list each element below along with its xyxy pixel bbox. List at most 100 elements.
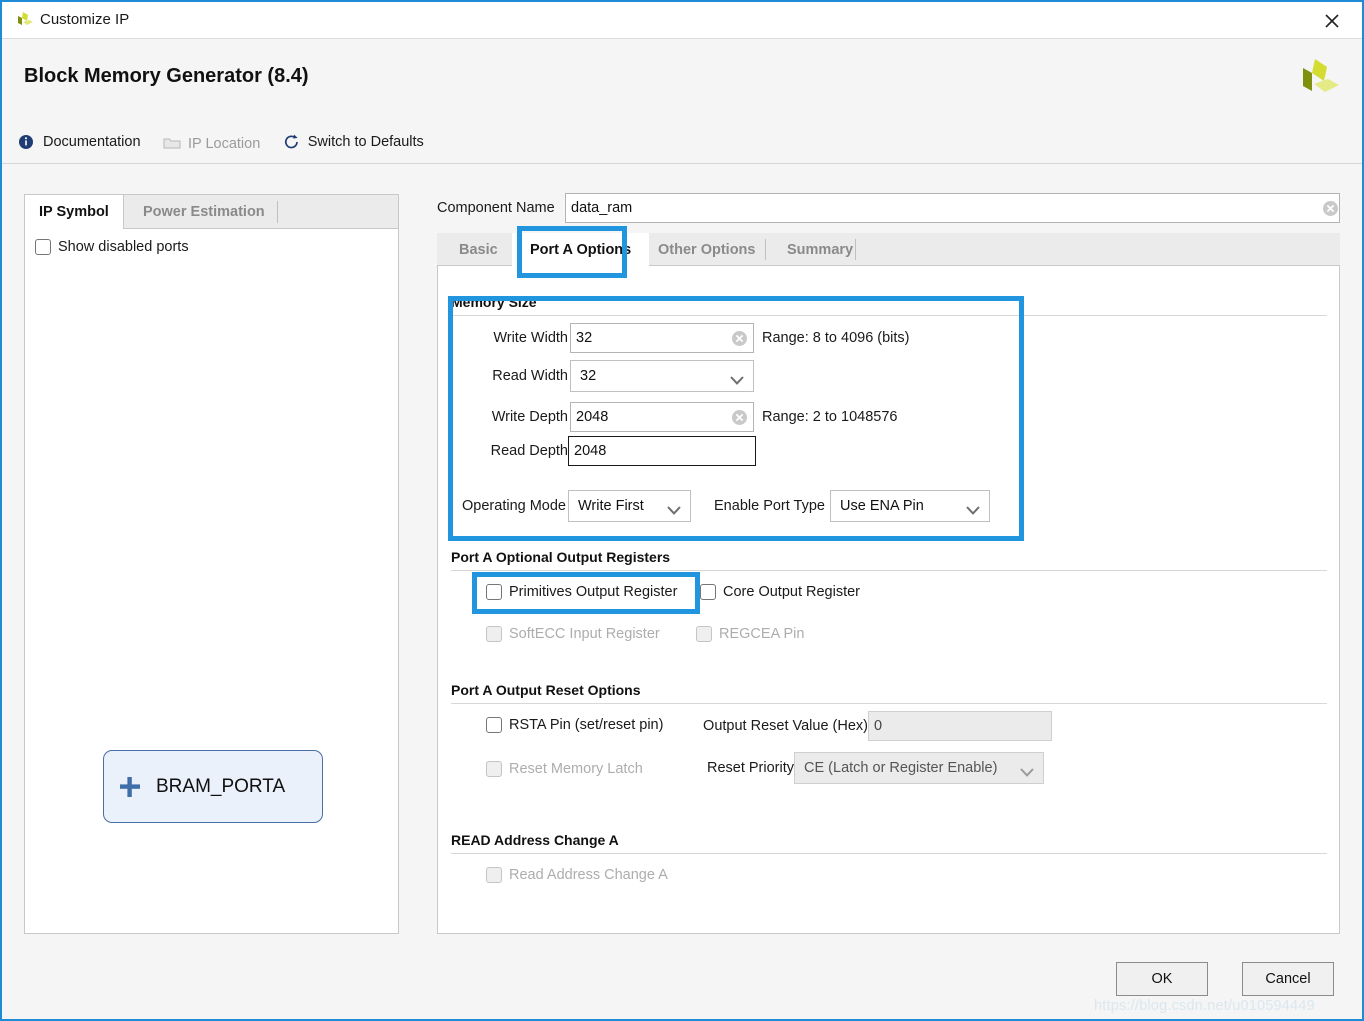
component-name-input[interactable] xyxy=(565,193,1340,223)
clear-field-icon[interactable] xyxy=(731,409,748,426)
checkbox-box xyxy=(35,239,51,255)
softecc-input-register-label: SoftECC Input Register xyxy=(509,626,660,642)
section-divider xyxy=(451,703,1327,704)
page-title: Block Memory Generator (8.4) xyxy=(24,65,309,87)
read-width-value: 32 xyxy=(580,368,597,384)
operating-mode-select[interactable]: Write First xyxy=(568,490,691,522)
read-width-label: Read Width xyxy=(492,368,568,384)
checkbox-box xyxy=(486,584,502,600)
chevron-down-icon xyxy=(730,373,744,389)
info-icon xyxy=(18,134,38,150)
bram-porta-label: BRAM_PORTA xyxy=(156,775,286,797)
plus-icon[interactable] xyxy=(118,775,142,799)
operating-mode-label: Operating Mode xyxy=(462,498,566,514)
reset-priority-value: CE (Latch or Register Enable) xyxy=(804,760,998,776)
output-reset-value-input[interactable] xyxy=(868,711,1052,741)
switch-to-defaults-link-label: Switch to Defaults xyxy=(307,134,424,150)
tab-other-options-label: Other Options xyxy=(658,241,756,258)
tab-ip-symbol[interactable]: IP Symbol xyxy=(25,195,124,229)
tab-port-a-options-label: Port A Options xyxy=(530,241,632,258)
window-title: Customize IP xyxy=(40,11,130,28)
reset-memory-latch-checkbox: Reset Memory Latch xyxy=(486,761,643,777)
ip-header: Block Memory Generator (8.4) Documentati… xyxy=(2,39,1362,164)
write-width-label: Write Width xyxy=(493,330,568,346)
read-address-change-section-title: READ Address Change A xyxy=(451,832,619,848)
documentation-link-label: Documentation xyxy=(43,134,141,150)
ip-location-link-label: IP Location xyxy=(187,136,261,152)
switch-to-defaults-link[interactable]: Switch to Defaults xyxy=(283,134,424,150)
softecc-input-register-checkbox: SoftECC Input Register xyxy=(486,626,660,642)
tab-port-a-options[interactable]: Port A Options xyxy=(512,233,650,266)
header-link-bar: Documentation IP Location Switch to Defa… xyxy=(18,134,442,156)
port-a-options-pane: Memory Size Write Width Range: 8 to 4096… xyxy=(437,266,1340,934)
reset-priority-select[interactable]: CE (Latch or Register Enable) xyxy=(794,752,1044,784)
clear-field-icon[interactable] xyxy=(731,330,748,347)
reset-priority-label: Reset Priority xyxy=(706,760,794,776)
tab-divider xyxy=(277,201,278,223)
customize-ip-window: Customize IP Block Memory Generator (8.4… xyxy=(0,0,1364,1021)
tab-divider xyxy=(765,239,766,260)
chevron-down-icon xyxy=(966,503,980,519)
primitives-output-register-checkbox[interactable]: Primitives Output Register xyxy=(486,584,677,600)
read-depth-input[interactable] xyxy=(568,436,756,466)
bram-porta-symbol[interactable]: BRAM_PORTA xyxy=(103,750,323,823)
primitives-output-register-label: Primitives Output Register xyxy=(509,584,678,600)
show-disabled-ports-label: Show disabled ports xyxy=(58,239,189,255)
regcea-pin-label: REGCEA Pin xyxy=(719,626,805,642)
checkbox-box xyxy=(486,761,502,777)
close-icon[interactable] xyxy=(1310,6,1354,36)
title-bar: Customize IP xyxy=(2,2,1362,39)
enable-port-type-label: Enable Port Type xyxy=(714,498,825,514)
section-divider xyxy=(451,570,1327,571)
tab-basic[interactable]: Basic xyxy=(445,233,512,266)
output-reset-value-label: Output Reset Value (Hex) xyxy=(703,718,868,734)
ok-button[interactable]: OK xyxy=(1116,962,1208,996)
tab-power-estimation[interactable]: Power Estimation xyxy=(129,195,279,229)
checkbox-box xyxy=(486,626,502,642)
show-disabled-ports-checkbox[interactable]: Show disabled ports xyxy=(35,239,189,255)
chevron-down-icon xyxy=(667,503,681,519)
checkbox-box xyxy=(486,867,502,883)
ip-symbol-panel: IP Symbol Power Estimation Show disabled… xyxy=(24,194,399,934)
read-width-select[interactable]: 32 xyxy=(570,360,754,392)
write-depth-range: Range: 2 to 1048576 xyxy=(762,409,898,425)
checkbox-box xyxy=(486,717,502,733)
operating-mode-value: Write First xyxy=(578,498,644,514)
tab-divider xyxy=(855,239,856,260)
component-name-label: Component Name xyxy=(437,200,555,216)
rsta-pin-checkbox[interactable]: RSTA Pin (set/reset pin) xyxy=(486,717,663,733)
memory-size-section-title: Memory Size xyxy=(451,294,537,310)
write-depth-input[interactable] xyxy=(570,402,754,432)
xilinx-brand-logo-icon xyxy=(1294,55,1342,103)
optional-output-registers-section-title: Port A Optional Output Registers xyxy=(451,549,671,565)
folder-icon xyxy=(163,136,183,152)
clear-field-icon[interactable] xyxy=(1322,200,1339,217)
enable-port-type-select[interactable]: Use ENA Pin xyxy=(830,490,990,522)
tab-summary[interactable]: Summary xyxy=(773,233,867,266)
output-reset-options-section-title: Port A Output Reset Options xyxy=(451,682,641,698)
section-divider xyxy=(451,853,1327,854)
rsta-pin-label: RSTA Pin (set/reset pin) xyxy=(509,717,664,733)
documentation-link[interactable]: Documentation xyxy=(18,134,141,150)
ip-location-link[interactable]: IP Location xyxy=(163,136,260,152)
cancel-button[interactable]: Cancel xyxy=(1242,962,1334,996)
write-width-input[interactable] xyxy=(570,323,754,353)
ip-symbol-canvas: BRAM_PORTA xyxy=(25,271,398,933)
core-output-register-checkbox[interactable]: Core Output Register xyxy=(700,584,860,600)
write-depth-label: Write Depth xyxy=(491,409,568,425)
tab-other-options[interactable]: Other Options xyxy=(644,233,769,266)
read-address-change-a-checkbox: Read Address Change A xyxy=(486,867,668,883)
section-divider xyxy=(451,315,1327,316)
regcea-pin-checkbox: REGCEA Pin xyxy=(696,626,804,642)
tab-basic-label: Basic xyxy=(459,241,498,258)
write-width-range: Range: 8 to 4096 (bits) xyxy=(762,330,910,346)
enable-port-type-value: Use ENA Pin xyxy=(840,498,924,514)
checkbox-box xyxy=(696,626,712,642)
reset-memory-latch-label: Reset Memory Latch xyxy=(509,761,643,777)
left-panel-tabstrip: IP Symbol Power Estimation xyxy=(25,195,398,229)
watermark-text: https://blog.csdn.net/u010594449 xyxy=(1094,998,1315,1014)
read-address-change-a-label: Read Address Change A xyxy=(509,867,668,883)
tab-summary-label: Summary xyxy=(787,241,854,258)
refresh-icon xyxy=(283,134,303,150)
read-depth-label: Read Depth xyxy=(490,443,568,459)
